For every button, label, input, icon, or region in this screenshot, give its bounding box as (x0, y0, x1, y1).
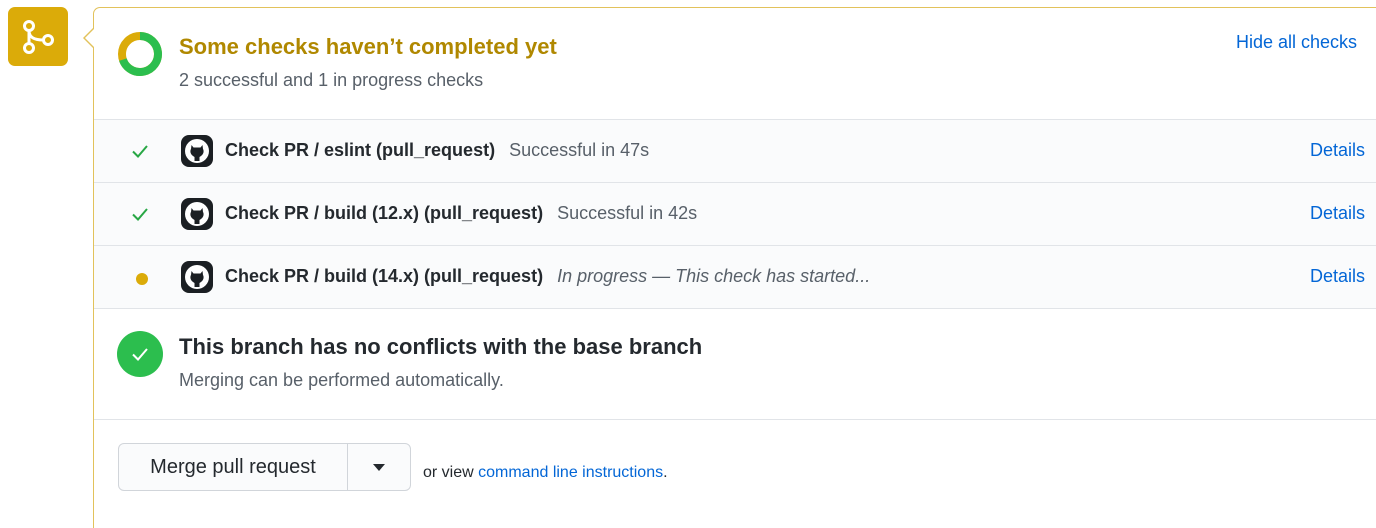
merge-actions: Merge pull request or view command line … (94, 420, 1376, 520)
check-row-build-14: Check PR / build (14.x) (pull_request) In… (94, 245, 1376, 309)
or-view-text: or view (423, 464, 479, 481)
check-row-build-12: Check PR / build (12.x) (pull_request) Su… (94, 182, 1376, 245)
check-description: In progress — This check has started... (557, 266, 871, 286)
check-icon (132, 145, 148, 158)
command-line-hint: or view command line instructions. (423, 464, 668, 482)
checks-progress-donut-icon (118, 32, 162, 76)
timeline-caret-inner (85, 29, 94, 47)
check-icon (132, 208, 148, 221)
hide-all-checks-link[interactable]: Hide all checks (1236, 32, 1357, 53)
conflicts-subtitle: Merging can be performed automatically. (179, 370, 504, 390)
checks-status-subtitle: 2 successful and 1 in progress checks (179, 70, 484, 90)
check-name: Check PR / build (14.x) (pull_request) (225, 266, 544, 286)
check-name: Check PR / eslint (pull_request) (225, 140, 496, 160)
git-merge-icon (8, 7, 68, 66)
command-line-instructions-link[interactable]: command line instructions (478, 464, 663, 481)
check-details-link[interactable]: Details (1310, 140, 1365, 161)
check-row-eslint: Check PR / eslint (pull_request) Successf… (94, 119, 1376, 182)
check-details-link[interactable]: Details (1310, 266, 1365, 287)
github-mark-icon (181, 198, 213, 230)
check-circle-icon (117, 331, 163, 377)
checks-summary: Some checks haven’t completed yet 2 succ… (94, 8, 1376, 119)
check-description: Successful in 47s (509, 140, 650, 160)
conflicts-title: This branch has no conflicts with the ba… (179, 334, 703, 359)
merge-pull-request-button[interactable]: Merge pull request (119, 444, 348, 490)
github-mark-icon (181, 261, 213, 293)
merge-method-dropdown-button[interactable] (348, 444, 410, 490)
check-details-link[interactable]: Details (1310, 203, 1365, 224)
period-text: . (663, 464, 668, 481)
conflicts-summary: This branch has no conflicts with the ba… (94, 308, 1376, 420)
triangle-down-icon (373, 463, 385, 471)
merge-status-panel: Some checks haven’t completed yet 2 succ… (93, 7, 1376, 528)
github-mark-icon (181, 135, 213, 167)
check-description: Successful in 42s (557, 203, 698, 223)
check-name: Check PR / build (12.x) (pull_request) (225, 203, 544, 223)
dot-fill-icon (136, 273, 148, 285)
checks-status-title: Some checks haven’t completed yet (179, 34, 557, 59)
checks-list: Check PR / eslint (pull_request) Successf… (94, 119, 1376, 309)
merge-button-group: Merge pull request (118, 443, 411, 491)
